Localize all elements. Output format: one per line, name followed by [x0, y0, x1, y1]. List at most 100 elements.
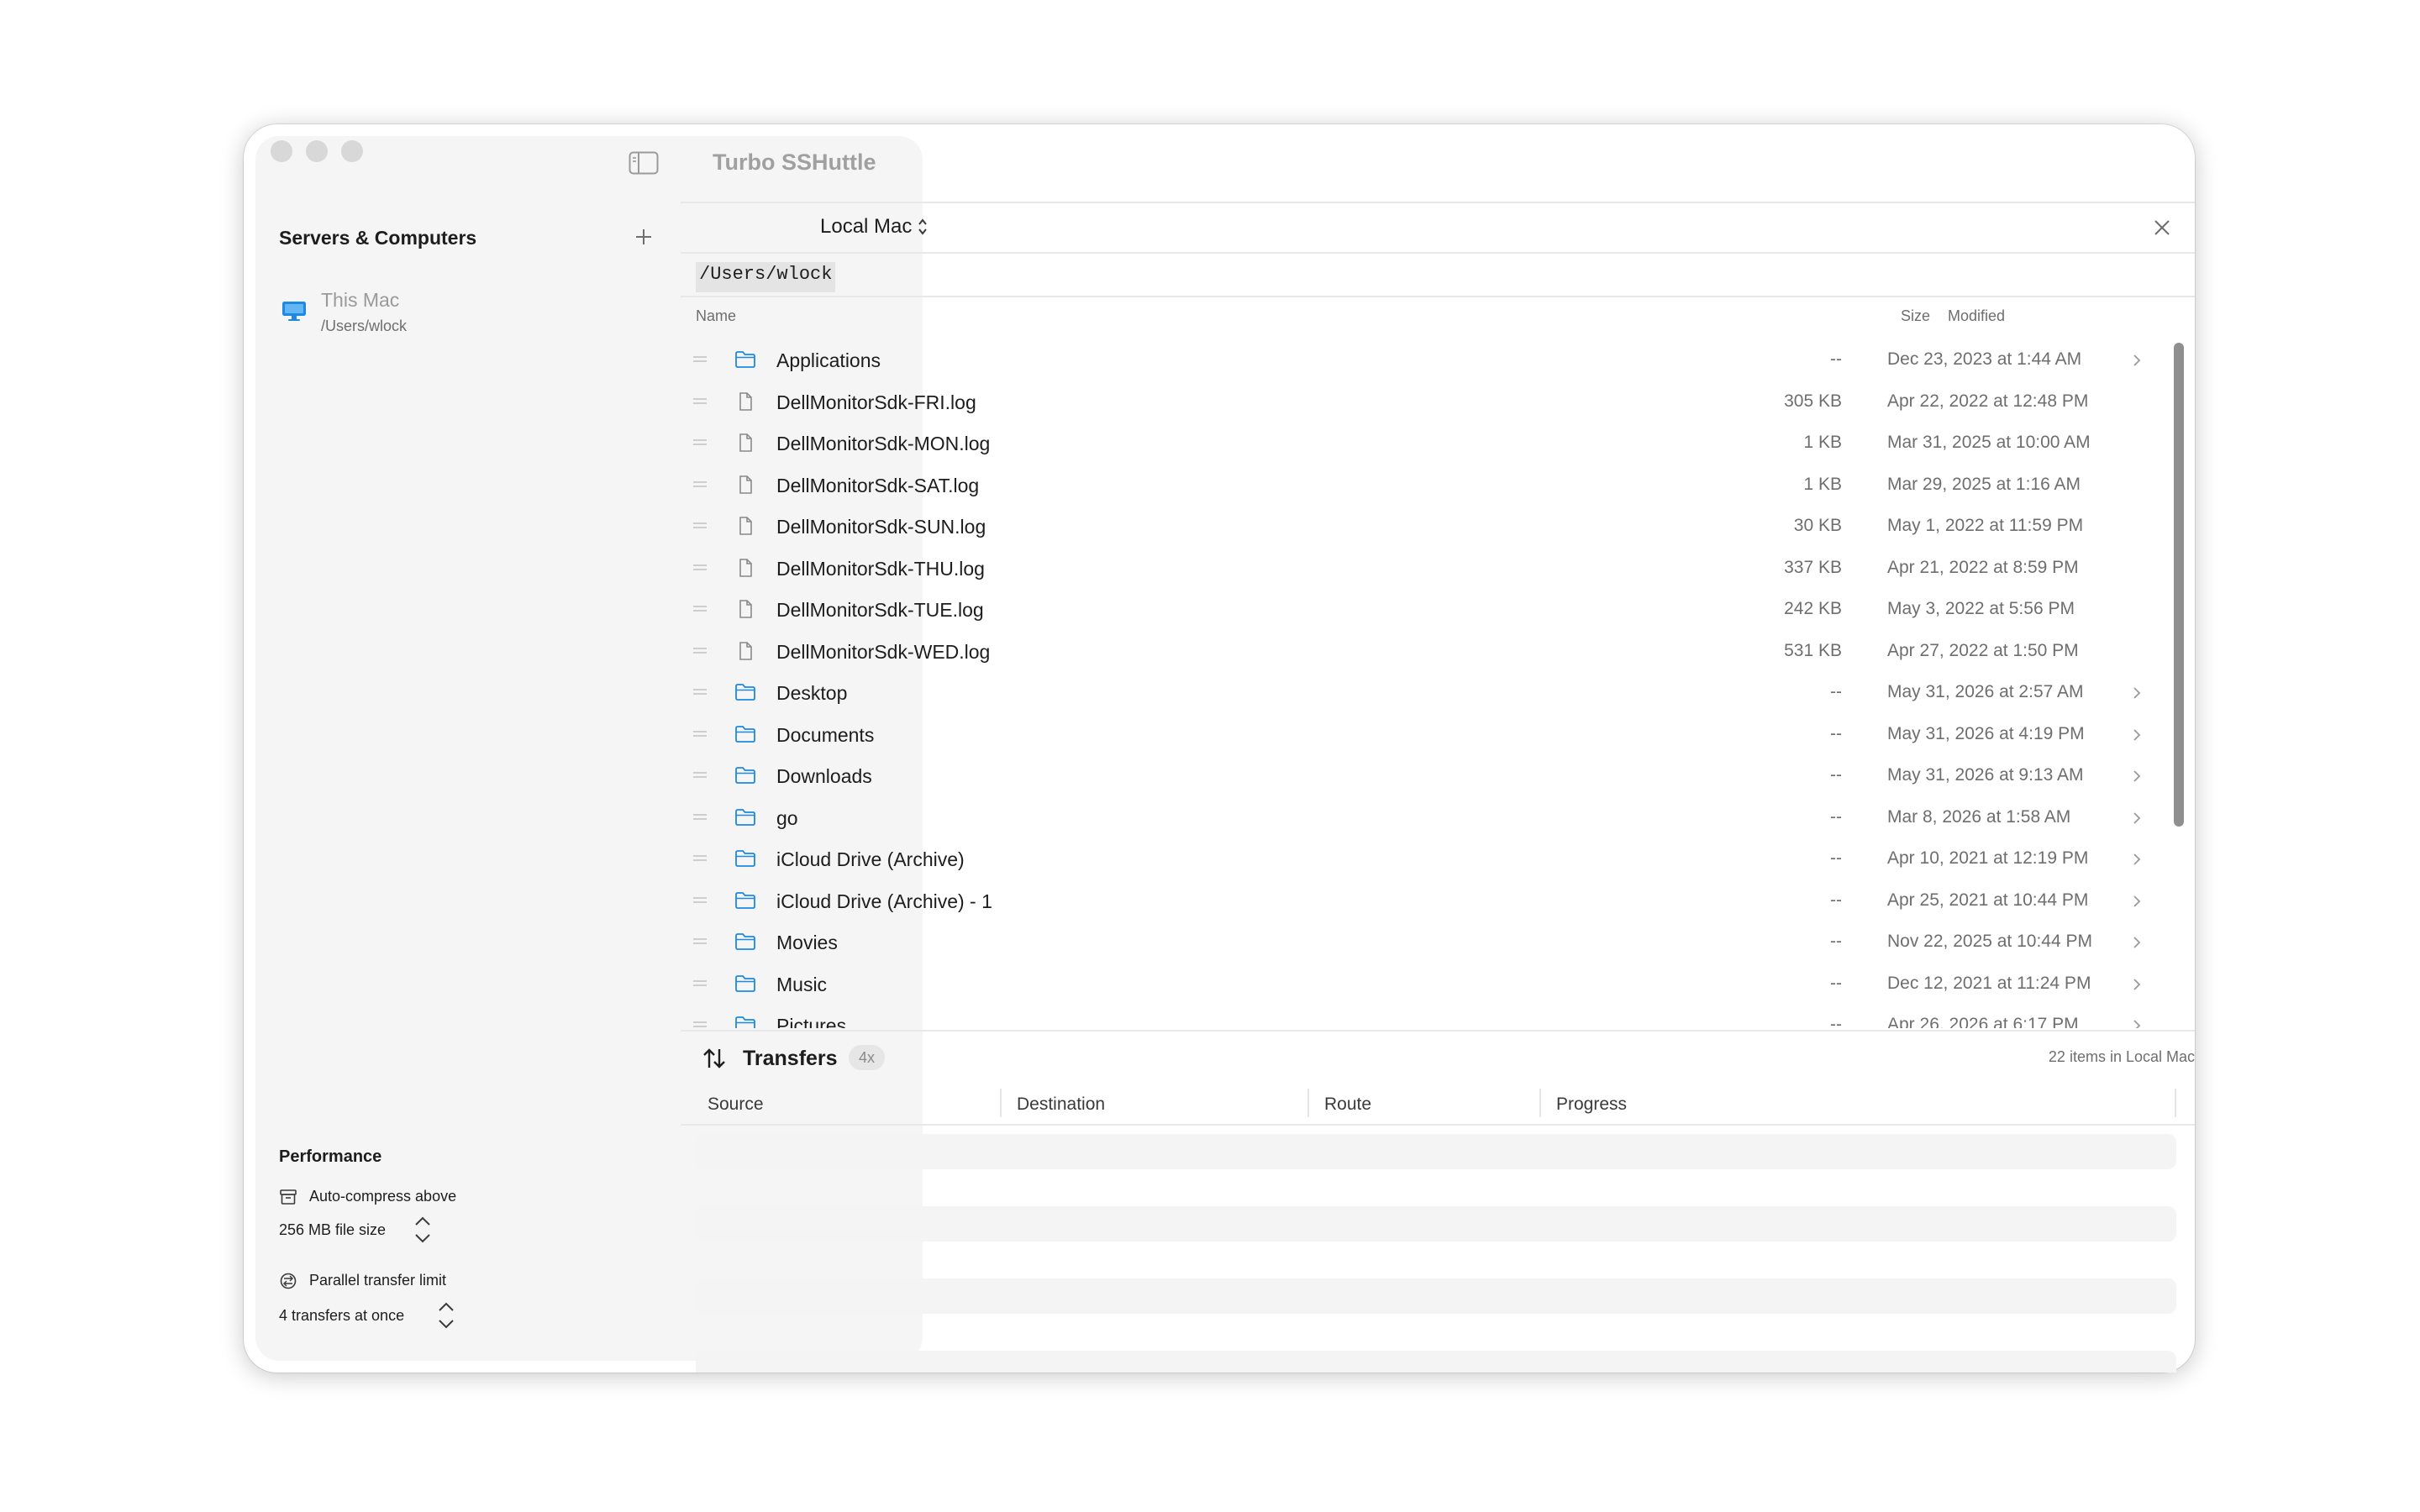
- drag-handle[interactable]: [692, 811, 708, 823]
- folder-row[interactable]: Music -- Dec 12, 2021 at 11:24 PM: [681, 963, 2166, 1005]
- folder-icon-wrap: [734, 765, 756, 785]
- file-size: --: [1830, 932, 1842, 951]
- file-row[interactable]: DellMonitorSdk-SAT.log 1 KB Mar 29, 2025 a…: [681, 465, 2166, 506]
- transfer-placeholder-row: [696, 1134, 2176, 1169]
- file-name: DellMonitorSdk-TUE.log: [776, 599, 984, 621]
- drag-handle[interactable]: [692, 853, 708, 864]
- drag-handle[interactable]: [692, 645, 708, 657]
- drag-handle[interactable]: [692, 978, 708, 990]
- folder-icon-wrap: [734, 890, 756, 911]
- column-header-modified[interactable]: Modified: [1948, 307, 2005, 325]
- file-row[interactable]: DellMonitorSdk-SUN.log 30 KB May 1, 2022 a…: [681, 506, 2166, 547]
- drag-handle-icon: [693, 397, 707, 404]
- drag-handle-icon: [693, 647, 707, 654]
- folder-row[interactable]: Documents -- May 31, 2026 at 4:19 PM: [681, 714, 2166, 755]
- window-minimize-button[interactable]: [306, 140, 328, 162]
- folder-icon-wrap: [734, 932, 756, 952]
- open-folder-chevron[interactable]: [2131, 353, 2143, 368]
- parallel-badge: 4x: [849, 1045, 886, 1070]
- drag-handle[interactable]: [692, 520, 708, 532]
- drag-handle[interactable]: [692, 895, 708, 906]
- file-name: DellMonitorSdk-SUN.log: [776, 516, 986, 538]
- drag-handle[interactable]: [692, 769, 708, 781]
- drag-handle[interactable]: [692, 686, 708, 698]
- document-icon-wrap: [734, 475, 756, 495]
- drag-handle[interactable]: [692, 936, 708, 948]
- window-zoom-button[interactable]: [341, 140, 363, 162]
- column-separator: [1000, 1089, 1002, 1117]
- file-row[interactable]: DellMonitorSdk-MON.log 1 KB Mar 31, 2025 a…: [681, 423, 2166, 464]
- open-folder-chevron[interactable]: [2131, 811, 2143, 826]
- file-row[interactable]: DellMonitorSdk-TUE.log 242 KB May 3, 2022 …: [681, 589, 2166, 630]
- transfer-column-route[interactable]: Route: [1324, 1095, 1371, 1115]
- drag-handle[interactable]: [692, 437, 708, 449]
- auto-compress-label: Auto-compress above: [309, 1188, 457, 1205]
- open-folder-chevron[interactable]: [2131, 685, 2143, 701]
- drag-handle[interactable]: [692, 396, 708, 407]
- folder-row[interactable]: Downloads -- May 31, 2026 at 9:13 AM: [681, 755, 2166, 796]
- file-row[interactable]: DellMonitorSdk-FRI.log 305 KB Apr 22, 2022…: [681, 381, 2166, 423]
- file-size: 1 KB: [1803, 433, 1842, 452]
- file-row[interactable]: DellMonitorSdk-THU.log 337 KB Apr 21, 2022…: [681, 548, 2166, 589]
- location-label: Local Mac: [820, 215, 913, 238]
- file-name: DellMonitorSdk-MON.log: [776, 433, 991, 454]
- folder-row[interactable]: go -- Mar 8, 2026 at 1:58 AM: [681, 797, 2166, 838]
- folder-row[interactable]: Pictures -- Apr 26, 2026 at 6:17 PM: [681, 1005, 2166, 1028]
- drag-handle[interactable]: [692, 728, 708, 740]
- parallel-limit-stepper[interactable]: [434, 1295, 459, 1336]
- close-browser-button[interactable]: [2151, 217, 2173, 239]
- folder-row[interactable]: iCloud Drive (Archive) -- Apr 10, 2021 at …: [681, 838, 2166, 879]
- transfers-divider: [681, 1030, 2195, 1032]
- transfer-column-progress[interactable]: Progress: [1556, 1095, 1627, 1115]
- document-icon-wrap: [734, 516, 756, 536]
- window-close-button[interactable]: [271, 140, 292, 162]
- transfer-column-destination[interactable]: Destination: [1017, 1095, 1105, 1115]
- location-selector[interactable]: Local Mac: [820, 213, 929, 240]
- drag-handle[interactable]: [692, 1019, 708, 1028]
- open-folder-chevron[interactable]: [2131, 977, 2143, 992]
- file-size: 531 KB: [1784, 640, 1842, 660]
- file-name: Downloads: [776, 765, 872, 787]
- folder-row[interactable]: Desktop -- May 31, 2026 at 2:57 AM: [681, 672, 2166, 713]
- open-folder-chevron[interactable]: [2131, 727, 2143, 743]
- auto-compress-stepper[interactable]: [410, 1210, 435, 1250]
- folder-icon-wrap: [734, 349, 756, 370]
- column-separator: [2175, 1089, 2176, 1117]
- open-folder-chevron[interactable]: [2131, 852, 2143, 867]
- open-folder-chevron[interactable]: [2131, 935, 2143, 950]
- add-server-button[interactable]: [632, 225, 655, 249]
- folder-row[interactable]: Applications -- Dec 23, 2023 at 1:44 AM: [681, 339, 2166, 381]
- open-folder-chevron[interactable]: [2131, 894, 2143, 909]
- file-modified: Nov 22, 2025 at 10:44 PM: [1887, 932, 2092, 951]
- path-field[interactable]: /Users/wlock: [696, 262, 836, 292]
- location-divider: [681, 252, 2195, 254]
- drag-handle[interactable]: [692, 479, 708, 491]
- document-icon: [739, 600, 752, 618]
- folder-row[interactable]: iCloud Drive (Archive) - 1 -- Apr 25, 2021…: [681, 880, 2166, 921]
- drag-handle[interactable]: [692, 354, 708, 365]
- drag-handle[interactable]: [692, 603, 708, 615]
- sidebar-toggle-button[interactable]: [629, 151, 659, 175]
- file-name: DellMonitorSdk-SAT.log: [776, 474, 980, 496]
- column-header-size[interactable]: Size: [1901, 307, 1930, 325]
- drag-handle-icon: [693, 522, 707, 528]
- column-header-name[interactable]: Name: [696, 307, 736, 325]
- folder-row[interactable]: Movies -- Nov 22, 2025 at 10:44 PM: [681, 921, 2166, 963]
- column-separator: [1539, 1089, 1541, 1117]
- transfer-column-source[interactable]: Source: [708, 1095, 764, 1115]
- item-count: 22 items in Local Mac: [2048, 1048, 2195, 1065]
- chevron-right-icon: [2133, 811, 2141, 824]
- chevron-right-icon: [2133, 895, 2141, 907]
- file-row[interactable]: DellMonitorSdk-WED.log 531 KB Apr 27, 2022…: [681, 631, 2166, 672]
- drag-handle[interactable]: [692, 562, 708, 574]
- app-title: Turbo SSHuttle: [713, 150, 876, 175]
- file-size: 337 KB: [1784, 557, 1842, 577]
- open-folder-chevron[interactable]: [2131, 1018, 2143, 1028]
- document-icon-wrap: [734, 599, 756, 619]
- scrollbar-thumb[interactable]: [2174, 343, 2184, 827]
- file-size: --: [1830, 765, 1842, 785]
- server-item-this-mac[interactable]: This Mac /Users/wlock: [277, 286, 647, 339]
- file-size: --: [1830, 973, 1842, 993]
- open-folder-chevron[interactable]: [2131, 769, 2143, 784]
- close-icon: [2154, 220, 2170, 235]
